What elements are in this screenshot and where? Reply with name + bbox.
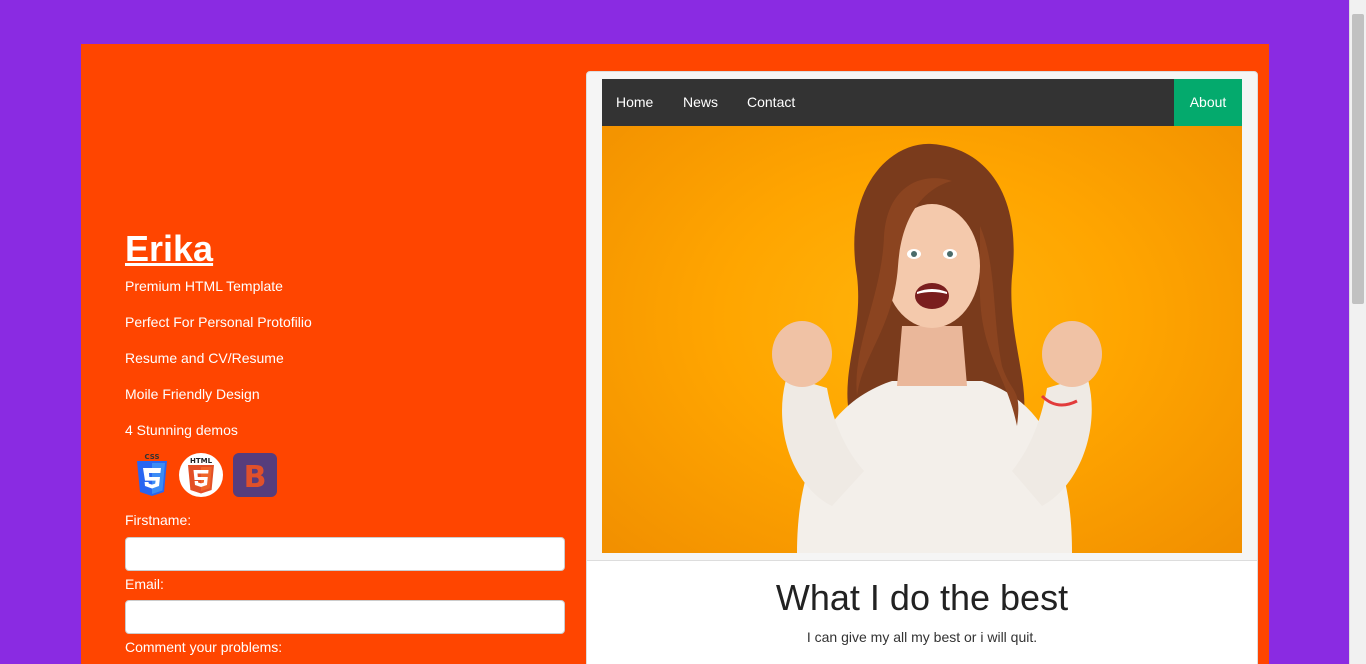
main-panel: Erika Premium HTML Template Perfect For … <box>81 44 1269 664</box>
hero-image <box>602 126 1242 553</box>
bootstrap-icon: B <box>233 453 277 497</box>
email-label: Email: <box>125 576 164 592</box>
content-card: Home News Contact About What I do the be… <box>586 71 1258 664</box>
profile-column: Erika Premium HTML Template Perfect For … <box>125 44 565 664</box>
vertical-scrollbar[interactable] <box>1349 0 1366 664</box>
feature-item: 4 Stunning demos <box>125 422 238 438</box>
css3-icon-label: CSS <box>144 453 159 461</box>
scrollbar-thumb[interactable] <box>1352 14 1364 304</box>
firstname-input[interactable] <box>125 537 565 571</box>
feature-item: Perfect For Personal Protofilio <box>125 314 312 330</box>
feature-item: Premium HTML Template <box>125 278 283 294</box>
comment-label: Comment your problems: <box>125 639 283 655</box>
bootstrap-icon-label: B <box>244 460 267 495</box>
nav-news[interactable]: News <box>683 79 718 126</box>
card-body: What I do the best I can give my all my … <box>587 560 1257 664</box>
navbar: Home News Contact About <box>602 79 1242 126</box>
feature-item: Resume and CV/Resume <box>125 350 284 366</box>
html5-icon: HTML <box>179 453 223 497</box>
woman-celebrating-photo <box>772 143 1102 553</box>
section-title: What I do the best <box>775 577 1069 618</box>
nav-contact[interactable]: Contact <box>747 79 795 126</box>
nav-home[interactable]: Home <box>616 79 653 126</box>
email-input[interactable] <box>125 600 565 634</box>
site-title[interactable]: Erika <box>125 227 213 270</box>
firstname-label: Firstname: <box>125 512 192 528</box>
feature-item: Moile Friendly Design <box>125 386 260 402</box>
html5-icon-label: HTML <box>190 457 213 465</box>
css3-icon: CSS <box>137 453 167 496</box>
nav-about[interactable]: About <box>1174 79 1242 126</box>
section-text: I can give my all my best or i will quit… <box>806 629 1038 645</box>
